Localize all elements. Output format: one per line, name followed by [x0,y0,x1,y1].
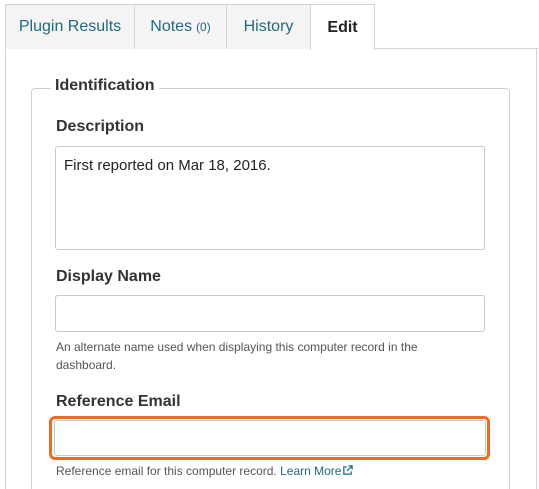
description-label: Description [56,118,145,135]
description-field[interactable]: First reported on Mar 18, 2016. [55,146,485,250]
display-name-label: Display Name [56,268,161,285]
tab-edit-label: Edit [327,18,358,36]
tab-notes[interactable]: Notes (0) [134,4,227,49]
reference-email-help-text: Reference email for this computer record… [56,464,277,478]
tab-bar: Plugin Results Notes (0) History Edit [5,0,539,50]
tab-plugin-results-label: Plugin Results [18,18,122,35]
external-link-icon [343,465,354,475]
display-name-field[interactable] [55,295,485,332]
tab-plugin-results[interactable]: Plugin Results [5,4,135,49]
learn-more-label: Learn More [280,464,342,478]
reference-email-help: Reference email for this computer record… [56,462,476,480]
notes-count-badge: (0) [196,20,211,34]
tab-history[interactable]: History [226,4,311,49]
display-name-help: An alternate name used when displaying t… [56,340,418,372]
learn-more-link[interactable]: Learn More [280,464,354,478]
tab-edit[interactable]: Edit [310,4,375,50]
reference-email-label: Reference Email [56,393,181,410]
identification-legend: Identification [51,77,159,95]
tab-history-label: History [243,18,294,35]
tab-notes-label: Notes [150,18,193,35]
reference-email-focus-highlight [49,416,490,460]
